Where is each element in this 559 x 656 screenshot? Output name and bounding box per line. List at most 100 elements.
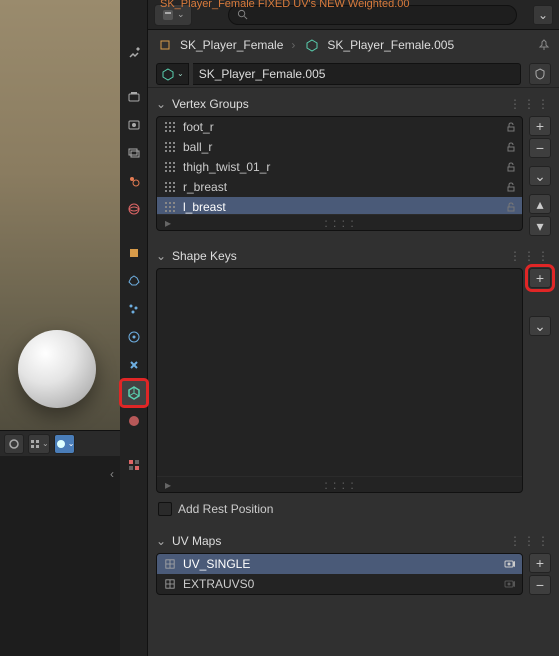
list-item[interactable]: r_breast	[157, 177, 522, 197]
item-label: thigh_twist_01_r	[183, 160, 500, 174]
mesh-icon	[303, 36, 321, 54]
filter-toggle-icon[interactable]: ▸	[165, 216, 171, 230]
breadcrumb: SK_Player_Female › SK_Player_Female.005	[148, 30, 559, 60]
list-item[interactable]: ball_r	[157, 137, 522, 157]
lower-editor[interactable]	[0, 456, 120, 656]
list-item[interactable]: EXTRAUVS0	[157, 574, 522, 594]
item-label: r_breast	[183, 180, 500, 194]
item-label: EXTRAUVS0	[183, 577, 498, 591]
modifier-tab-icon[interactable]	[121, 268, 147, 294]
shape-keys-header[interactable]: ⌄ Shape Keys ⋮⋮⋮	[156, 244, 551, 268]
uv-maps-header[interactable]: ⌄ UV Maps ⋮⋮⋮	[156, 529, 551, 553]
viewport-header: ⌄ ⌄	[0, 430, 120, 456]
shape-keys-list[interactable]: ▸ : : : :	[156, 268, 523, 493]
item-label: l_breast	[183, 200, 500, 214]
physics-tab-icon[interactable]	[121, 324, 147, 350]
datablock-name-text: SK_Player_Female.005	[199, 67, 326, 81]
particles-tab-icon[interactable]	[121, 296, 147, 322]
active-render-icon[interactable]	[504, 558, 516, 570]
list-item[interactable]: foot_r	[157, 117, 522, 137]
vg-remove-button[interactable]: −	[529, 138, 551, 158]
object-tab-icon[interactable]	[121, 240, 147, 266]
uvmap-icon	[163, 577, 177, 591]
uv-maps-list[interactable]: UV_SINGLE EXTRAUVS0	[156, 553, 523, 595]
world-tab-icon[interactable]	[121, 196, 147, 222]
uv-remove-button[interactable]: −	[529, 575, 551, 595]
sk-add-button[interactable]: +	[529, 268, 551, 288]
add-rest-position-row[interactable]: Add Rest Position	[156, 497, 551, 521]
datablock-row: ⌄ SK_Player_Female.005	[148, 60, 559, 88]
disclosure-arrow-icon: ⌄	[156, 249, 168, 263]
vertex-group-icon	[163, 180, 177, 194]
active-render-icon[interactable]	[504, 578, 516, 590]
pin-icon[interactable]	[537, 38, 551, 52]
list-resize-grip[interactable]: ▸ : : : :	[157, 214, 522, 230]
vertex-group-icon	[163, 140, 177, 154]
panel-title: UV Maps	[172, 534, 221, 548]
lock-icon[interactable]	[506, 162, 516, 172]
vg-add-button[interactable]: +	[529, 116, 551, 136]
vertex-group-icon	[163, 200, 177, 214]
datablock-name-field[interactable]: SK_Player_Female.005	[193, 63, 521, 85]
uv-maps-panel: ⌄ UV Maps ⋮⋮⋮ UV_SINGLE EXTRAUVS0 + −	[156, 529, 551, 595]
tool-tab-icon[interactable]	[121, 40, 147, 66]
item-label: UV_SINGLE	[183, 557, 498, 571]
lock-icon[interactable]	[506, 182, 516, 192]
header-warning-text: SK_Player_Female FIXED UV's NEW Weighted…	[160, 0, 410, 10]
scene-tab-icon[interactable]	[121, 168, 147, 194]
vertex-group-icon	[163, 120, 177, 134]
panel-grip-icon[interactable]: ⋮⋮⋮	[509, 249, 551, 263]
panel-grip-icon[interactable]: ⋮⋮⋮	[509, 534, 551, 548]
filter-toggle-icon[interactable]: ▸	[165, 478, 171, 492]
texture-tab-icon[interactable]	[121, 452, 147, 478]
overlay-toggle[interactable]	[4, 434, 24, 454]
lock-icon[interactable]	[506, 122, 516, 132]
list-resize-grip[interactable]: ▸ : : : :	[157, 476, 522, 492]
datablock-browse[interactable]: ⌄	[156, 63, 189, 85]
vertex-groups-list[interactable]: foot_r ball_r thigh_twist_01_r r_breast l_br…	[156, 116, 523, 231]
breadcrumb-object[interactable]: SK_Player_Female	[180, 38, 283, 52]
sphere-mesh-preview	[18, 330, 96, 408]
add-rest-position-label: Add Rest Position	[178, 502, 273, 516]
item-label: ball_r	[183, 140, 500, 154]
vg-move-down-button[interactable]: ▾	[529, 216, 551, 236]
render-tab-icon[interactable]	[121, 84, 147, 110]
properties-editor: ⌄ ⌄ SK_Player_Female › SK_Player_Female.…	[120, 0, 559, 656]
shape-keys-panel: ⌄ Shape Keys ⋮⋮⋮ ▸ : : : : + ⌄	[156, 244, 551, 521]
options-dropdown[interactable]: ⌄	[533, 5, 553, 25]
lock-icon[interactable]	[506, 202, 516, 212]
output-tab-icon[interactable]	[121, 112, 147, 138]
fake-user-toggle[interactable]	[529, 63, 551, 85]
panel-title: Shape Keys	[172, 249, 237, 263]
list-item[interactable]: UV_SINGLE	[157, 554, 522, 574]
item-label: foot_r	[183, 120, 500, 134]
breadcrumb-mesh[interactable]: SK_Player_Female.005	[327, 38, 454, 52]
list-item[interactable]: thigh_twist_01_r	[157, 157, 522, 177]
vg-specials-menu[interactable]: ⌄	[529, 166, 551, 186]
add-rest-position-checkbox[interactable]	[158, 502, 172, 516]
vertex-group-icon	[163, 160, 177, 174]
viewport-3d[interactable]	[0, 0, 120, 430]
snap-toggle[interactable]: ⌄	[28, 434, 50, 454]
vertex-groups-header[interactable]: ⌄ Vertex Groups ⋮⋮⋮	[156, 92, 551, 116]
panel-grip-icon[interactable]: ⋮⋮⋮	[509, 97, 551, 111]
properties-content: ⌄ ⌄ SK_Player_Female › SK_Player_Female.…	[148, 0, 559, 656]
breadcrumb-separator: ›	[291, 38, 295, 52]
vg-move-up-button[interactable]: ▴	[529, 194, 551, 214]
sk-specials-menu[interactable]: ⌄	[529, 316, 551, 336]
vertex-groups-panel: ⌄ Vertex Groups ⋮⋮⋮ foot_r ball_r thigh_tw…	[156, 92, 551, 236]
collapse-arrow-icon[interactable]: ‹	[105, 460, 119, 488]
properties-tabs	[120, 0, 148, 656]
material-tab-icon[interactable]	[121, 408, 147, 434]
mesh-data-tab-icon[interactable]	[121, 380, 147, 406]
disclosure-arrow-icon: ⌄	[156, 534, 168, 548]
object-icon	[156, 36, 174, 54]
constraints-tab-icon[interactable]	[121, 352, 147, 378]
uv-add-button[interactable]: +	[529, 553, 551, 573]
viewlayer-tab-icon[interactable]	[121, 140, 147, 166]
shading-mode[interactable]: ⌄	[54, 434, 76, 454]
uvmap-icon	[163, 557, 177, 571]
panel-title: Vertex Groups	[172, 97, 249, 111]
list-item[interactable]: l_breast	[157, 197, 522, 214]
lock-icon[interactable]	[506, 142, 516, 152]
